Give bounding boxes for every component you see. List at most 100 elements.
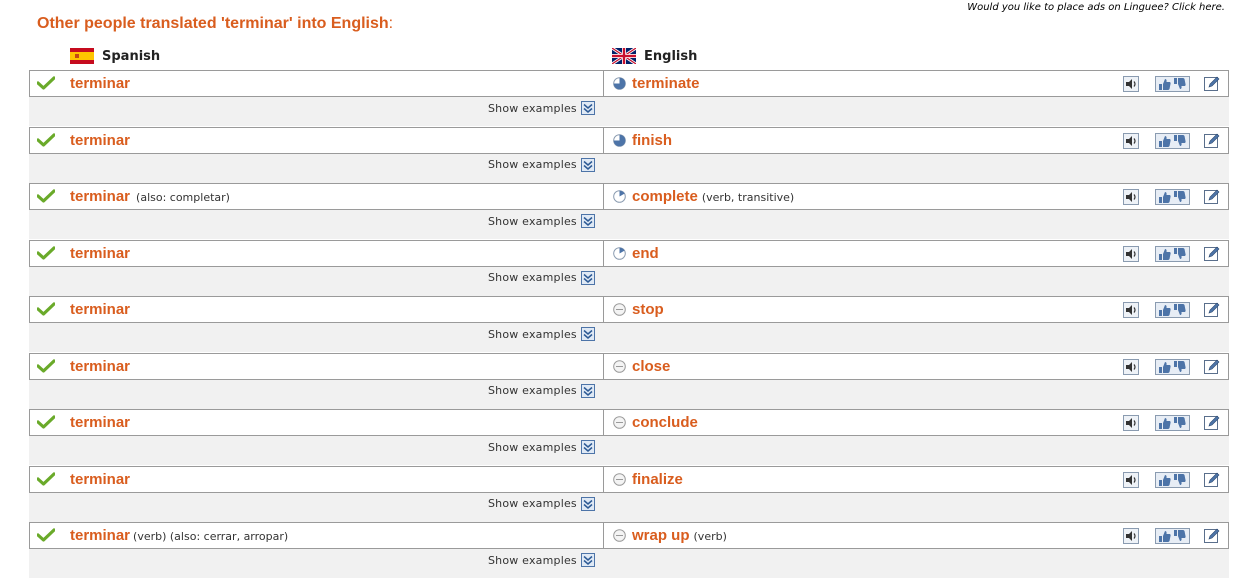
translation-row: terminar finish bbox=[29, 126, 1229, 154]
source-term[interactable]: terminar bbox=[70, 527, 130, 544]
speaker-icon[interactable] bbox=[1123, 415, 1139, 431]
target-note: (verb, transitive) bbox=[701, 191, 795, 204]
target-term-cell: finish bbox=[632, 132, 676, 149]
expand-down-icon[interactable] bbox=[580, 440, 595, 454]
column-divider bbox=[603, 127, 604, 153]
source-term[interactable]: terminar bbox=[70, 132, 130, 149]
spain-flag-icon bbox=[70, 48, 94, 64]
show-examples-button[interactable]: Show examples bbox=[488, 496, 595, 511]
edit-icon[interactable] bbox=[1204, 76, 1220, 92]
show-examples-label: Show examples bbox=[488, 101, 577, 115]
ads-link[interactable]: Would you like to place ads on Linguee? … bbox=[967, 2, 1225, 13]
speaker-icon[interactable] bbox=[1123, 358, 1139, 375]
expand-down-icon[interactable] bbox=[580, 214, 595, 228]
translation-row: terminar conclude bbox=[29, 409, 1229, 436]
show-examples-button[interactable]: Show examples bbox=[488, 214, 595, 228]
expand-down-icon[interactable] bbox=[580, 270, 595, 285]
expand-down-icon[interactable] bbox=[580, 553, 595, 567]
target-term[interactable]: finish bbox=[632, 132, 672, 149]
target-term[interactable]: conclude bbox=[632, 414, 698, 431]
edit-icon[interactable] bbox=[1204, 415, 1220, 431]
show-examples-button[interactable]: Show examples bbox=[488, 157, 595, 172]
source-term-cell: terminar bbox=[70, 301, 136, 318]
show-examples-button[interactable]: Show examples bbox=[488, 327, 595, 341]
source-term[interactable]: terminar bbox=[70, 471, 130, 488]
source-term[interactable]: terminar bbox=[70, 358, 130, 375]
target-term-cell: complete (verb, transitive) bbox=[632, 188, 794, 205]
show-examples-button[interactable]: Show examples bbox=[488, 101, 595, 115]
edit-icon[interactable] bbox=[1204, 528, 1220, 544]
source-term-cell: terminar bbox=[70, 75, 136, 92]
thumbs-up-down-icon[interactable] bbox=[1155, 415, 1190, 431]
show-examples-button[interactable]: Show examples bbox=[488, 553, 595, 567]
target-term[interactable]: terminate bbox=[632, 75, 700, 92]
check-icon bbox=[37, 358, 55, 373]
thumbs-up-down-icon[interactable] bbox=[1155, 189, 1190, 205]
column-divider bbox=[603, 71, 604, 96]
thumbs-up-down-icon[interactable] bbox=[1155, 471, 1190, 488]
speaker-icon[interactable] bbox=[1123, 528, 1139, 544]
target-term[interactable]: stop bbox=[632, 301, 664, 318]
source-language-header: Spanish bbox=[70, 46, 160, 66]
thumbs-up-down-icon[interactable] bbox=[1155, 132, 1190, 149]
page-title-text: Other people translated 'terminar' into … bbox=[37, 15, 389, 32]
check-icon bbox=[37, 415, 55, 429]
edit-icon[interactable] bbox=[1204, 246, 1220, 262]
target-term[interactable]: close bbox=[632, 358, 670, 375]
target-term[interactable]: finalize bbox=[632, 471, 683, 488]
translation-row: terminar stop bbox=[29, 296, 1229, 323]
show-examples-button[interactable]: Show examples bbox=[488, 440, 595, 454]
source-term-cell: terminar bbox=[70, 414, 136, 431]
expand-down-icon[interactable] bbox=[580, 327, 595, 341]
source-term[interactable]: terminar bbox=[70, 188, 130, 205]
examples-row: Show examples bbox=[29, 97, 1229, 126]
thumbs-up-down-icon[interactable] bbox=[1155, 358, 1190, 375]
target-term[interactable]: wrap up bbox=[632, 527, 690, 544]
speaker-icon[interactable] bbox=[1123, 302, 1139, 318]
show-examples-button[interactable]: Show examples bbox=[488, 270, 595, 285]
frequency-icon bbox=[613, 190, 626, 203]
edit-icon[interactable] bbox=[1204, 133, 1220, 149]
expand-down-icon[interactable] bbox=[580, 496, 595, 511]
edit-icon[interactable] bbox=[1204, 359, 1220, 375]
source-term[interactable]: terminar bbox=[70, 301, 130, 318]
examples-row: Show examples bbox=[29, 266, 1229, 296]
source-term[interactable]: terminar bbox=[70, 75, 130, 92]
expand-down-icon[interactable] bbox=[580, 101, 595, 115]
speaker-icon[interactable] bbox=[1123, 189, 1139, 205]
show-examples-label: Show examples bbox=[488, 271, 577, 284]
thumbs-up-down-icon[interactable] bbox=[1155, 245, 1190, 262]
source-term[interactable]: terminar bbox=[70, 245, 130, 262]
show-examples-label: Show examples bbox=[488, 327, 577, 341]
frequency-icon bbox=[613, 416, 626, 429]
edit-icon[interactable] bbox=[1204, 302, 1220, 318]
check-icon bbox=[37, 302, 55, 316]
show-examples-button[interactable]: Show examples bbox=[488, 383, 595, 398]
translation-entry-3: terminar (also: completar) complete (verb,… bbox=[29, 183, 1229, 240]
expand-down-icon[interactable] bbox=[580, 383, 595, 398]
edit-icon[interactable] bbox=[1204, 472, 1220, 488]
speaker-icon[interactable] bbox=[1123, 76, 1139, 92]
source-term[interactable]: terminar bbox=[70, 414, 130, 431]
target-term[interactable]: complete bbox=[632, 188, 698, 205]
edit-icon[interactable] bbox=[1204, 189, 1220, 205]
translation-row: terminar (verb) (also: cerrar, arropar) w… bbox=[29, 522, 1229, 549]
column-divider bbox=[603, 410, 604, 435]
target-term[interactable]: end bbox=[632, 245, 659, 262]
speaker-icon[interactable] bbox=[1123, 471, 1139, 488]
speaker-icon[interactable] bbox=[1123, 245, 1139, 262]
source-term-cell: terminar (verb) (also: cerrar, arropar) bbox=[70, 527, 288, 544]
target-term-cell: stop bbox=[632, 301, 668, 318]
speaker-icon[interactable] bbox=[1123, 132, 1139, 149]
translation-entry-4: terminar end Show examples bbox=[29, 239, 1229, 297]
target-term-cell: wrap up (verb) bbox=[632, 527, 727, 544]
target-term-cell: end bbox=[632, 245, 663, 262]
expand-down-icon[interactable] bbox=[580, 157, 595, 172]
source-term-cell: terminar bbox=[70, 132, 136, 149]
thumbs-up-down-icon[interactable] bbox=[1155, 302, 1190, 318]
check-icon bbox=[37, 132, 55, 147]
column-divider bbox=[603, 297, 604, 322]
thumbs-up-down-icon[interactable] bbox=[1155, 76, 1190, 92]
target-language-header: English bbox=[612, 46, 697, 66]
thumbs-up-down-icon[interactable] bbox=[1155, 528, 1190, 544]
